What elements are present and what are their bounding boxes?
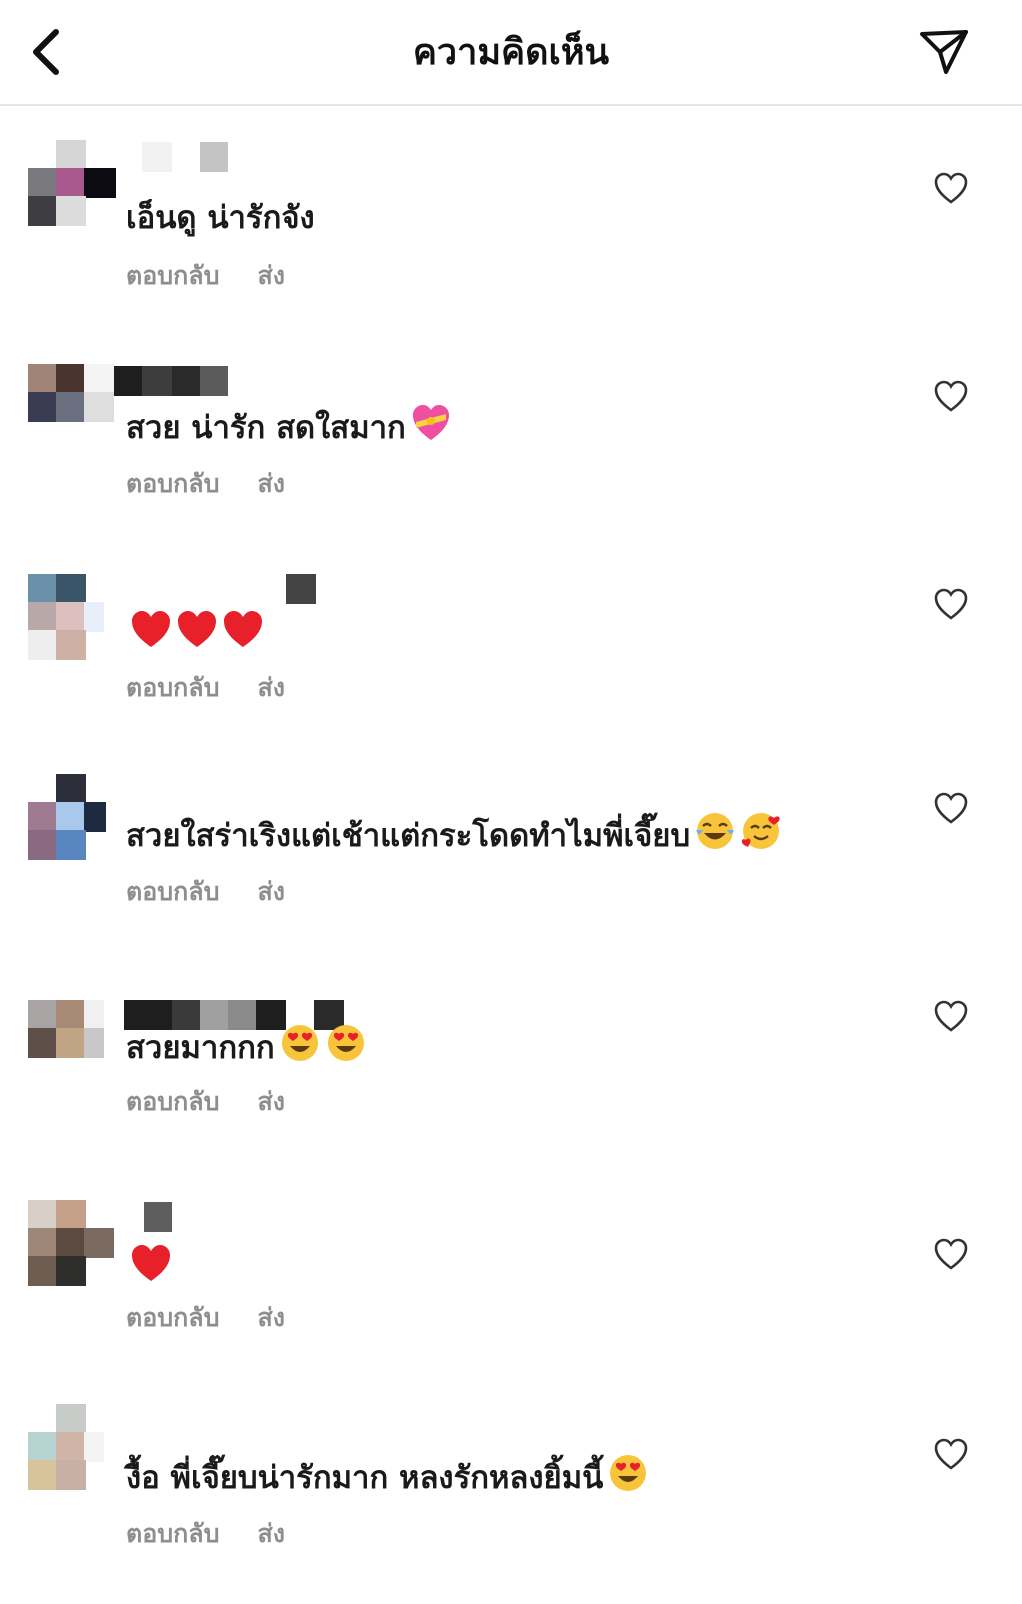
comment-item: เอ็นดู น่ารักจัง ตอบกลับ ส่ง bbox=[0, 140, 1022, 340]
send-button[interactable]: ส่ง bbox=[257, 1298, 284, 1338]
comment-item: งื้อ พี่เจี๊ยบน่ารักมาก หลงรักหลงยิ้มนี้… bbox=[0, 1404, 1022, 1604]
send-button[interactable]: ส่ง bbox=[257, 256, 284, 296]
comment-item: ตอบกลับ ส่ง bbox=[0, 1200, 1022, 1400]
comment-text-body: สวยใสร่าเริงแต่เช้าแต่กระโดดทำไมพี่เจี๊ย… bbox=[126, 818, 691, 854]
red-heart-icon bbox=[132, 1245, 170, 1281]
send-button[interactable]: ส่ง bbox=[257, 1082, 284, 1122]
comment-text bbox=[126, 608, 264, 656]
heart-eyes-icon bbox=[327, 1025, 364, 1061]
red-heart-icon bbox=[132, 611, 170, 647]
reply-button[interactable]: ตอบกลับ bbox=[126, 872, 219, 912]
comment-actions: ตอบกลับ ส่ง bbox=[126, 1298, 285, 1338]
comment-item: สวย น่ารัก สดใสมาก ตอบกลับ ส่ง bbox=[0, 364, 1022, 564]
heart-icon[interactable] bbox=[934, 380, 968, 414]
reply-button[interactable]: ตอบกลับ bbox=[126, 1514, 219, 1554]
heart-with-ribbon-icon bbox=[412, 405, 449, 440]
heart-eyes-icon bbox=[610, 1455, 647, 1491]
heart-icon[interactable] bbox=[934, 1438, 968, 1472]
comment-text: เอ็นดู น่ารักจัง bbox=[126, 200, 315, 236]
avatar[interactable] bbox=[28, 774, 120, 864]
comment-actions: ตอบกลับ ส่ง bbox=[126, 872, 285, 912]
smiling-face-with-hearts-icon bbox=[741, 813, 780, 849]
red-heart-icon bbox=[178, 611, 216, 647]
heart-icon[interactable] bbox=[934, 588, 968, 622]
comment-text-body: สวยมากกก bbox=[126, 1030, 275, 1066]
comment-actions: ตอบกลับ ส่ง bbox=[126, 1514, 285, 1554]
face-with-tears-of-joy-icon bbox=[696, 813, 735, 849]
comment-text: สวยมากกก bbox=[126, 1022, 367, 1070]
avatar[interactable] bbox=[28, 364, 120, 454]
comment-actions: ตอบกลับ ส่ง bbox=[126, 668, 285, 708]
reply-button[interactable]: ตอบกลับ bbox=[126, 256, 219, 296]
top-bar: ความคิดเห็น bbox=[0, 0, 1022, 106]
comment-item: สวยมากกก ตอบกลับ ส่ง bbox=[0, 1000, 1022, 1200]
avatar[interactable] bbox=[28, 574, 120, 664]
heart-icon[interactable] bbox=[934, 1238, 968, 1272]
avatar[interactable] bbox=[28, 1000, 120, 1090]
comment-item: สวยใสร่าเริงแต่เช้าแต่กระโดดทำไมพี่เจี๊ย… bbox=[0, 774, 1022, 974]
reply-button[interactable]: ตอบกลับ bbox=[126, 1082, 219, 1122]
heart-icon[interactable] bbox=[934, 172, 968, 206]
avatar[interactable] bbox=[28, 1200, 120, 1290]
send-button[interactable]: ส่ง bbox=[257, 1514, 284, 1554]
send-button[interactable]: ส่ง bbox=[257, 668, 284, 708]
red-heart-icon bbox=[224, 611, 262, 647]
comment-text: สวยใสร่าเริงแต่เช้าแต่กระโดดทำไมพี่เจี๊ย… bbox=[126, 810, 782, 858]
comment-text: งื้อ พี่เจี๊ยบน่ารักมาก หลงรักหลงยิ้มนี้ bbox=[126, 1452, 649, 1500]
send-direct-icon[interactable] bbox=[914, 22, 976, 82]
comment-text-body: สวย น่ารัก สดใสมาก bbox=[126, 410, 406, 446]
avatar[interactable] bbox=[28, 140, 120, 230]
comment-item: ตอบกลับ ส่ง bbox=[0, 574, 1022, 774]
comment-actions: ตอบกลับ ส่ง bbox=[126, 464, 285, 504]
reply-button[interactable]: ตอบกลับ bbox=[126, 1298, 219, 1338]
comment-actions: ตอบกลับ ส่ง bbox=[126, 256, 285, 296]
send-button[interactable]: ส่ง bbox=[257, 464, 284, 504]
heart-icon[interactable] bbox=[934, 1000, 968, 1034]
reply-button[interactable]: ตอบกลับ bbox=[126, 464, 219, 504]
reply-button[interactable]: ตอบกลับ bbox=[126, 668, 219, 708]
comment-text: สวย น่ารัก สดใสมาก bbox=[126, 402, 452, 450]
comment-text-body: งื้อ พี่เจี๊ยบน่ารักมาก หลงรักหลงยิ้มนี้ bbox=[126, 1460, 604, 1496]
comment-text bbox=[126, 1242, 172, 1290]
avatar[interactable] bbox=[28, 1404, 120, 1494]
heart-eyes-icon bbox=[281, 1025, 318, 1061]
comment-actions: ตอบกลับ ส่ง bbox=[126, 1082, 285, 1122]
page-title: ความคิดเห็น bbox=[412, 32, 610, 73]
heart-icon[interactable] bbox=[934, 792, 968, 826]
send-button[interactable]: ส่ง bbox=[257, 872, 284, 912]
